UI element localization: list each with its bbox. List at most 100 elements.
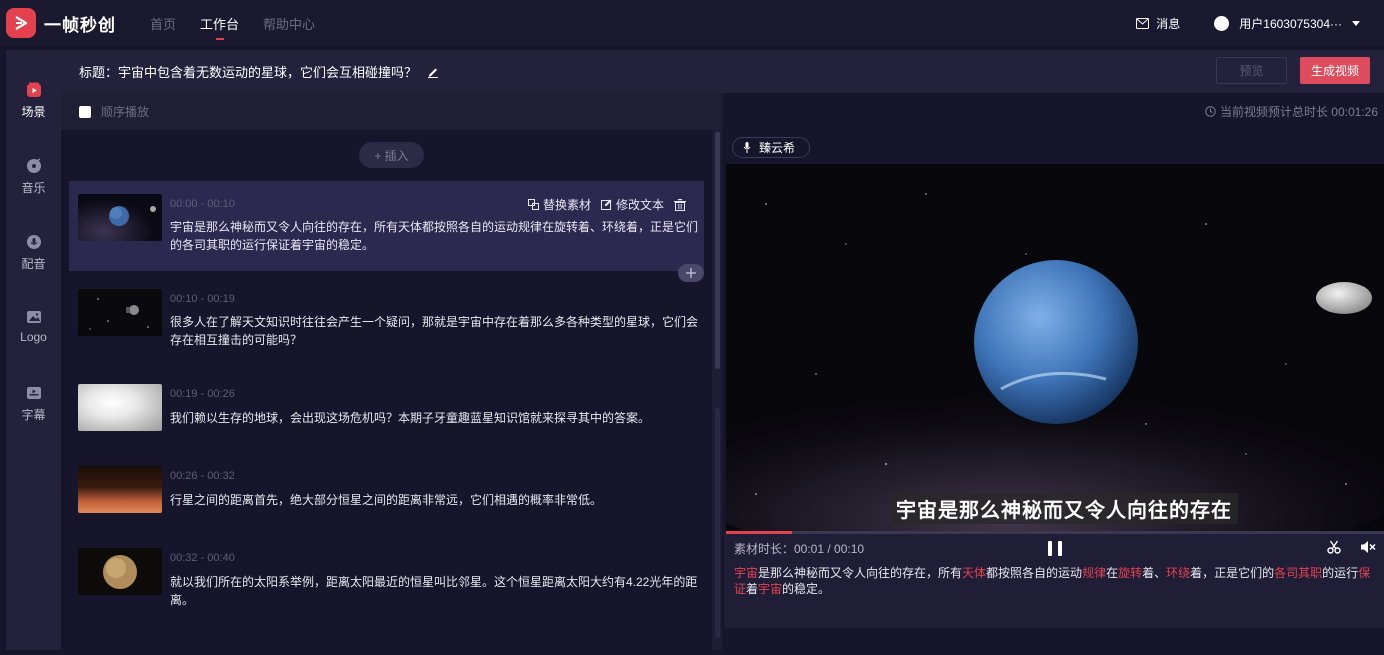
edit-title-icon[interactable] (427, 66, 439, 78)
subtitle-segment: 的稳定。 (782, 582, 831, 596)
scene-thumbnail (78, 289, 162, 336)
subtitle-segment: 着、 (1142, 566, 1167, 580)
sidebar-item-voiceover[interactable]: 配音 (6, 234, 61, 272)
scene-thumbnail (78, 466, 162, 513)
voice-name: 臻云希 (759, 141, 796, 155)
keyword-highlight: 宇宙 (758, 582, 783, 596)
scene-time: 00:19 - 00:26 (170, 388, 235, 400)
keyword-highlight: 各司其职 (1274, 566, 1323, 580)
sidebar-item-scene[interactable]: 场景 (6, 82, 61, 120)
subtitle-text: 宇宙是那么神秘而又令人向往的存在，所有天体都按照各自的运动规律在旋转着、环绕着，… (724, 562, 1384, 628)
scrollbar-thumb[interactable] (715, 132, 720, 369)
subtitle-segment: 在 (1106, 566, 1119, 580)
scene-icon (26, 82, 42, 98)
scene-time: 00:26 - 00:32 (170, 470, 235, 482)
subtitle-segment: 着，正是它们的 (1190, 566, 1275, 580)
username: 用户1603075304··· (1239, 16, 1342, 31)
material-duration: 素材时长：00:01 / 00:10 (734, 541, 865, 556)
preview-panel: 当前视频预计总时长 00:01:26 臻云希 宇宙是那么神秘而又令人向往的存在 … (724, 93, 1384, 655)
mail-icon (1136, 17, 1150, 29)
subtitle-segment: 着 (746, 582, 759, 596)
sidebar-item-subtitle[interactable]: 字幕 (6, 385, 61, 423)
edit-icon (600, 199, 612, 210)
voice-tag[interactable]: 臻云希 (732, 137, 811, 158)
nav-workbench[interactable]: 工作台 (200, 14, 239, 40)
scissors-icon[interactable] (1327, 540, 1341, 557)
scene-time: 00:32 - 00:40 (170, 552, 235, 564)
brand-name: 一帧秒创 (44, 15, 116, 35)
brand-mark-icon (6, 8, 36, 38)
title-bar: 标题：宇宙中包含着无数运动的星球，它们会互相碰撞吗？ 预览 生成视频 (61, 50, 1384, 93)
scene-text: 我们赖以生存的地球，会出现这场危机吗？本期子牙童趣蓝星知识馆就来探寻其中的答案。 (170, 411, 651, 425)
preview-button[interactable]: 预览 (1216, 57, 1287, 84)
insert-scene-button[interactable]: + 插入 (359, 142, 424, 168)
replace-material-button[interactable]: 替换素材 (527, 196, 591, 213)
scene-card[interactable]: 00:00 - 00:10 替换素材 修改文本 宇宙是那么神秘而又令人向往的存在… (69, 181, 704, 271)
main-nav: 首页 工作台 帮助中心 (150, 14, 339, 40)
edit-text-label: 修改文本 (615, 198, 664, 212)
logo-icon (26, 309, 42, 325)
scene-card[interactable]: 00:32 - 00:40 就以我们所在的太阳系举例，距离太阳最近的恒星叫比邻星… (69, 535, 704, 615)
pause-button[interactable] (1048, 541, 1062, 556)
sidebar-item-label: Logo (20, 330, 47, 344)
subtitle-segment: 是那么神秘而又令人向往的存在，所有 (758, 566, 963, 580)
keyword-highlight: 规律 (1082, 566, 1107, 580)
sequential-play-row: 顺序播放 (61, 93, 723, 130)
scene-time: 00:10 - 00:19 (170, 293, 235, 305)
scene-card[interactable]: 00:10 - 00:19 很多人在了解天文知识时往往会产生一个疑问，那就是宇宙… (69, 276, 704, 361)
messages-label: 消息 (1156, 16, 1181, 31)
chevron-down-icon (1352, 20, 1360, 26)
scene-list-scrollbar[interactable] (712, 130, 722, 650)
video-player[interactable]: 宇宙是那么神秘而又令人向往的存在 (726, 164, 1384, 531)
keyword-highlight: 环绕 (1166, 566, 1191, 580)
scene-card[interactable]: 00:26 - 00:32 行星之间的距离首先，绝大部分恒星之间的距离非常远，它… (69, 453, 704, 528)
sequential-play-label: 顺序播放 (101, 105, 150, 119)
scene-text: 很多人在了解天文知识时往往会产生一个疑问，那就是宇宙中存在着那么多各种类型的星球… (170, 315, 699, 347)
scene-thumbnail (78, 548, 162, 595)
edit-text-button[interactable]: 修改文本 (600, 196, 664, 213)
scene-list-panel: 顺序播放 + 插入 00:00 - 00:10 替换素材 修改文本 宇宙是那么神… (61, 93, 723, 650)
header-actions: 消息 用户1603075304··· (1136, 0, 1384, 46)
total-duration: 当前视频预计总时长 00:01:26 (1219, 105, 1378, 119)
scrollbar-track (715, 408, 720, 638)
music-icon (26, 158, 42, 174)
video-subtitle: 宇宙是那么神秘而又令人向往的存在 (890, 493, 1238, 524)
messages-button[interactable]: 消息 (1136, 15, 1180, 32)
scene-text: 宇宙是那么神秘而又令人向往的存在，所有天体都按照各自的运动规律在旋转着、环绕着，… (170, 220, 699, 252)
video-title: 标题：宇宙中包含着无数运动的星球，它们会互相碰撞吗？ (79, 65, 418, 80)
scene-text: 就以我们所在的太阳系举例，距离太阳最近的恒星叫比邻星。这个恒星距离太阳大约有4.… (170, 575, 698, 607)
voiceover-icon (26, 234, 42, 250)
sidebar-item-label: 字幕 (21, 408, 46, 422)
trash-icon (674, 198, 686, 211)
subtitle-segment: 都按照各自的运动 (986, 566, 1083, 580)
scene-thumbnail (78, 194, 162, 241)
avatar (1214, 15, 1230, 31)
scene-thumbnail (78, 384, 162, 431)
user-menu[interactable]: 用户1603075304··· (1214, 15, 1360, 32)
keyword-highlight: 宇宙 (734, 566, 759, 580)
scene-text: 行星之间的距离首先，绝大部分恒星之间的距离非常远，它们相遇的概率非常低。 (170, 493, 603, 507)
total-duration-row: 当前视频预计总时长 00:01:26 (724, 93, 1384, 130)
microphone-icon (743, 142, 751, 153)
sequential-play-checkbox[interactable] (79, 105, 91, 118)
keyword-highlight: 旋转 (1118, 566, 1143, 580)
brand-logo[interactable]: 一帧秒创 (6, 8, 116, 38)
sidebar-item-label: 音乐 (21, 181, 46, 195)
video-frame (726, 164, 1384, 531)
subtitle-icon (26, 385, 42, 401)
sidebar-item-logo[interactable]: Logo (6, 309, 61, 344)
mute-icon[interactable] (1360, 540, 1376, 557)
sidebar-item-label: 场景 (21, 105, 46, 119)
sidebar: 场景 音乐 配音 Logo 字幕 (6, 50, 61, 650)
generate-video-button[interactable]: 生成视频 (1300, 57, 1370, 84)
replace-material-label: 替换素材 (542, 198, 591, 212)
top-bar: 一帧秒创 首页 工作台 帮助中心 消息 用户1603075304··· (0, 0, 1384, 46)
player-controls: 素材时长：00:01 / 00:10 (724, 534, 1384, 562)
nav-home[interactable]: 首页 (150, 14, 176, 33)
nav-help-center[interactable]: 帮助中心 (263, 14, 315, 33)
sidebar-item-music[interactable]: 音乐 (6, 158, 61, 196)
scene-actions: 替换素材 修改文本 (518, 196, 690, 213)
delete-scene-button[interactable] (674, 198, 690, 211)
scene-time: 00:00 - 00:10 (170, 198, 235, 210)
scene-card[interactable]: 00:19 - 00:26 我们赖以生存的地球，会出现这场危机吗？本期子牙童趣蓝… (69, 371, 704, 446)
